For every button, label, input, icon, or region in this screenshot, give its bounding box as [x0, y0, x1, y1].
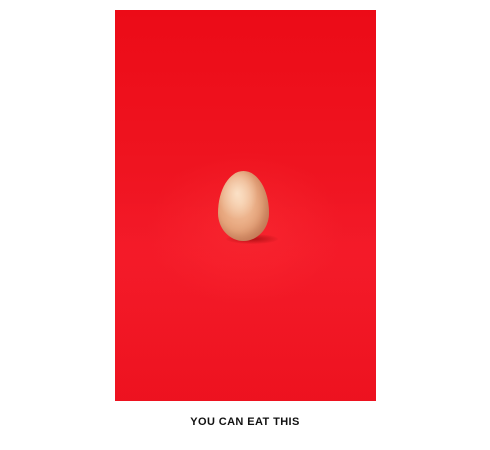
poster-page: YOU CAN EAT THIS: [0, 0, 490, 450]
egg: [218, 171, 269, 241]
egg-photo: [115, 10, 376, 401]
caption-text: YOU CAN EAT THIS: [190, 416, 300, 428]
